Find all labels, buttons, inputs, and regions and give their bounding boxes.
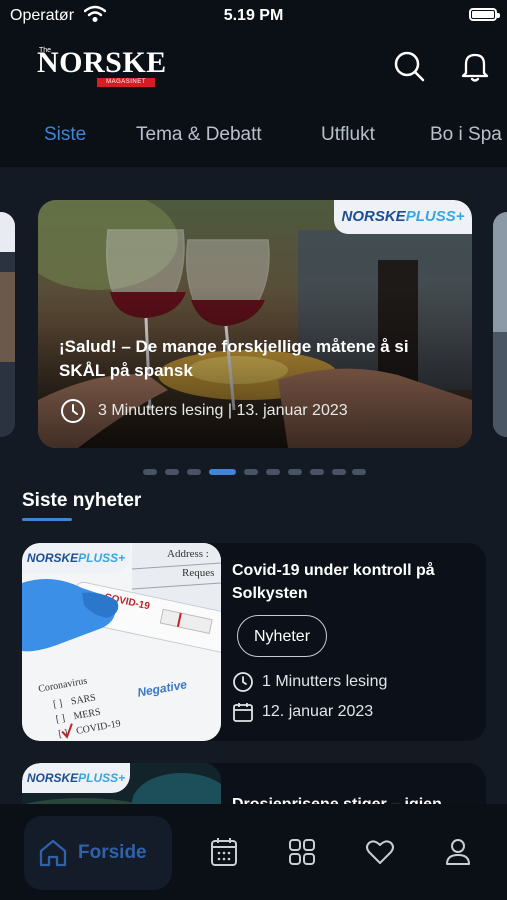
clock: 5.19 PM bbox=[223, 7, 284, 24]
user-icon[interactable] bbox=[443, 836, 473, 868]
carousel-dot[interactable] bbox=[165, 469, 179, 475]
svg-text:Address :: Address : bbox=[167, 548, 209, 560]
nav-forside[interactable]: Forside bbox=[24, 816, 172, 890]
news-title[interactable]: Covid-19 under kontroll på Solkysten bbox=[232, 559, 472, 605]
featured-article-card[interactable]: NORSKEPLUSS+ ¡Salud! – De mange forskjel… bbox=[38, 200, 472, 448]
norskepluss-badge: NORSKEPLUSS+ bbox=[334, 200, 472, 234]
featured-read-time: 3 Minutters lesing | 13. januar 2023 bbox=[98, 402, 348, 420]
norskepluss-badge: NORSKEPLUSS+ bbox=[22, 543, 130, 573]
battery-icon bbox=[469, 8, 500, 21]
heart-icon[interactable] bbox=[365, 836, 395, 868]
logo-name: NORSKE bbox=[37, 46, 167, 79]
carousel-dot[interactable] bbox=[352, 469, 366, 475]
search-icon[interactable] bbox=[391, 48, 427, 84]
date-row: 12. januar 2023 bbox=[232, 701, 373, 723]
previous-card-peek[interactable] bbox=[0, 212, 15, 437]
carousel-dot[interactable] bbox=[187, 469, 201, 475]
clock-icon bbox=[233, 672, 253, 692]
nav-forside-label: Forside bbox=[78, 842, 147, 863]
section-underline bbox=[22, 518, 72, 521]
carousel-dot[interactable] bbox=[143, 469, 157, 475]
home-icon bbox=[39, 839, 67, 867]
carousel-dot[interactable] bbox=[288, 469, 302, 475]
svg-text:[ ]: [ ] bbox=[52, 698, 63, 710]
tab-utflukt[interactable]: Utflukt bbox=[321, 124, 375, 146]
publish-date: 12. januar 2023 bbox=[262, 703, 374, 721]
read-time-row: 1 Minutters lesing bbox=[232, 671, 387, 693]
news-card[interactable]: Address : Reques COVID-19 Coronavirus [ … bbox=[22, 543, 486, 741]
carousel-dot-active[interactable] bbox=[209, 469, 236, 475]
news-thumbnail: Address : Reques COVID-19 Coronavirus [ … bbox=[22, 543, 221, 741]
svg-text:[ ]: [ ] bbox=[55, 713, 66, 725]
section-title: Siste nyheter bbox=[22, 490, 142, 511]
calendar-icon bbox=[233, 703, 253, 722]
svg-text:Reques: Reques bbox=[182, 567, 214, 579]
featured-article-meta: 3 Minutters lesing | 13. januar 2023 bbox=[60, 398, 348, 424]
featured-carousel[interactable]: NORSKEPLUSS+ ¡Salud! – De mange forskjel… bbox=[0, 200, 507, 450]
featured-article-title[interactable]: ¡Salud! – De mange forskjellige måtene å… bbox=[59, 335, 459, 383]
logo-sub: MAGASINET bbox=[97, 78, 155, 87]
bell-icon[interactable] bbox=[457, 48, 493, 84]
clock-icon bbox=[61, 399, 85, 423]
tab-tema-debatt[interactable]: Tema & Debatt bbox=[136, 124, 262, 146]
carousel-dot[interactable] bbox=[244, 469, 258, 475]
norskepluss-badge: NORSKEPLUSS+ bbox=[22, 763, 130, 793]
tab-siste[interactable]: Siste bbox=[44, 124, 86, 146]
tab-bo-i-spania[interactable]: Bo i Spa bbox=[430, 124, 502, 146]
bottom-navigation: Forside bbox=[0, 804, 507, 900]
norske-magasinet-logo[interactable]: The NORSKE MAGASINET bbox=[37, 44, 166, 87]
carousel-dot[interactable] bbox=[332, 469, 346, 475]
category-chip-nyheter[interactable]: Nyheter bbox=[237, 615, 328, 657]
category-tabs: Siste Tema & Debatt Utflukt Bo i Spa bbox=[0, 122, 507, 162]
next-card-peek[interactable] bbox=[493, 212, 507, 437]
carousel-dot[interactable] bbox=[266, 469, 280, 475]
carousel-dot[interactable] bbox=[310, 469, 324, 475]
carousel-pagination bbox=[0, 469, 507, 479]
status-bar: Operatør 5.19 PM bbox=[0, 0, 507, 32]
calendar-icon[interactable] bbox=[209, 836, 239, 868]
grid-icon[interactable] bbox=[287, 836, 317, 868]
read-time: 1 Minutters lesing bbox=[262, 673, 388, 691]
app-header: The NORSKE MAGASINET Siste Tema & Debatt… bbox=[0, 32, 507, 167]
